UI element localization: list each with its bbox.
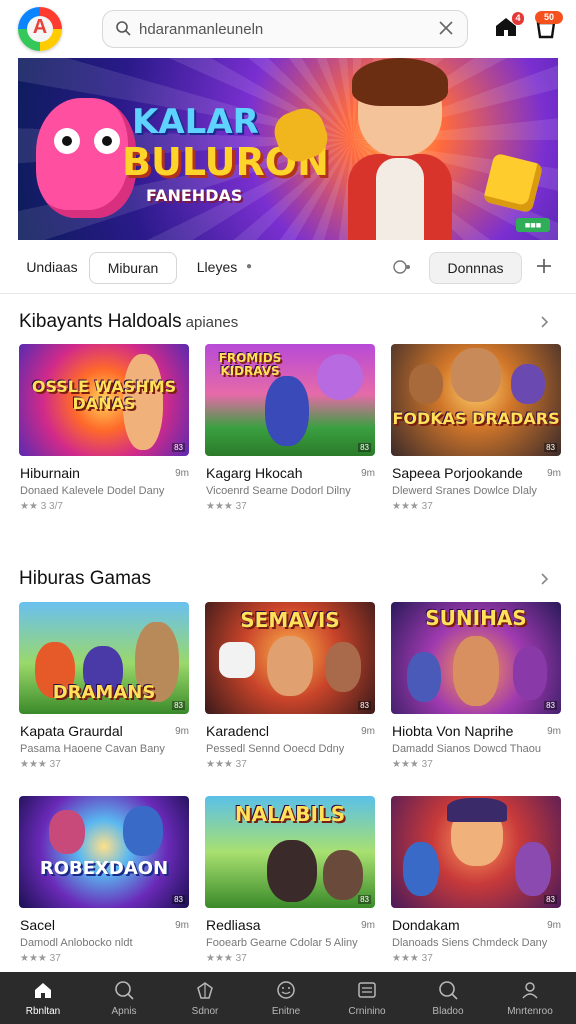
game-rating: ★★★ 37 bbox=[20, 953, 61, 964]
gift-icon bbox=[197, 982, 213, 999]
add-icon[interactable] bbox=[536, 258, 552, 274]
game-description: Damodl Anlobocko nldt bbox=[20, 937, 133, 949]
more-dot-icon: ● bbox=[246, 261, 253, 272]
game-thumbnail: 83 bbox=[391, 796, 561, 908]
game-size: 9m bbox=[361, 920, 375, 931]
nav-item-home[interactable]: Rbnltan bbox=[2, 972, 84, 1024]
game-rating: ★★★ 37 bbox=[206, 759, 247, 770]
game-name: Kagarg Hkocah bbox=[206, 465, 303, 481]
game-description: Vicoenrd Searne Dodorl Dilny bbox=[206, 485, 351, 497]
nav-item-bladoo[interactable]: Bladoo bbox=[407, 972, 489, 1024]
game-description: Pasama Haoene Cavan Bany bbox=[20, 743, 165, 755]
chevron-right-icon[interactable] bbox=[538, 573, 550, 585]
mascot-illustration bbox=[36, 98, 136, 218]
nav-item-account[interactable]: Mnrtenroo bbox=[489, 972, 571, 1024]
game-thumbnail: SEMAVIS 83 bbox=[205, 602, 375, 714]
banner-tag: ■■■ bbox=[516, 218, 550, 232]
search-input[interactable]: hdaranmanleuneln bbox=[139, 21, 263, 38]
banner-title-line1: KALAR bbox=[132, 102, 259, 142]
game-size: 9m bbox=[175, 920, 189, 931]
bottom-nav: Rbnltan Apnis Sdnor Enitne Crninino Blad… bbox=[0, 972, 576, 1024]
game-rating: ★★★ 37 bbox=[392, 501, 433, 512]
game-name: Sacel bbox=[20, 917, 56, 933]
app-logo[interactable]: A bbox=[18, 7, 62, 51]
cart-badge: 4 bbox=[512, 12, 524, 25]
tab-miburan[interactable]: Miburan bbox=[89, 252, 177, 284]
section-subtitle: apianes bbox=[185, 314, 239, 331]
search-bar[interactable]: hdaranmanleuneln bbox=[102, 10, 468, 48]
game-thumbnail: FROMIDS KIDRAVS 83 bbox=[205, 344, 375, 456]
nav-item-apps[interactable]: Apnis bbox=[83, 972, 165, 1024]
banner-title-line3: FANEHDAS bbox=[146, 186, 243, 205]
nav-item-enitne[interactable]: Enitne bbox=[245, 972, 327, 1024]
game-description: Dlewerd Sranes Dowlce Dlaly bbox=[392, 485, 537, 497]
nav-label: Sdnor bbox=[191, 1006, 219, 1017]
game-name: Redliasa bbox=[206, 917, 261, 933]
game-size: 9m bbox=[547, 468, 561, 479]
nav-label: Rbnltan bbox=[25, 1006, 61, 1017]
chevron-right-icon[interactable] bbox=[538, 316, 550, 328]
nav-label: Enitne bbox=[271, 1006, 301, 1017]
game-rating: ★★★ 37 bbox=[392, 759, 433, 770]
gift-box-illustration bbox=[482, 152, 544, 214]
game-rating: ★★★ 37 bbox=[206, 501, 247, 512]
tabs-divider bbox=[0, 293, 576, 294]
game-rating: ★★★ 37 bbox=[20, 759, 61, 770]
game-name: Dondakam bbox=[392, 917, 460, 933]
nav-item-crninino[interactable]: Crninino bbox=[326, 972, 408, 1024]
hero-banner[interactable]: KALAR BULURON FANEHDAS ■■■ bbox=[18, 58, 558, 240]
search-icon bbox=[115, 981, 134, 1000]
user-icon bbox=[522, 982, 538, 999]
smile-icon bbox=[277, 981, 295, 999]
section-title-2: Hiburas Gamas bbox=[19, 568, 151, 590]
game-description: Pessedl Sennd Ooecd Ddny bbox=[206, 743, 345, 755]
game-description: Fooearb Gearne Cdolar 5 Aliny bbox=[206, 937, 358, 949]
game-size: 9m bbox=[361, 726, 375, 737]
game-rating: ★★★ 37 bbox=[206, 953, 247, 964]
game-size: 9m bbox=[547, 726, 561, 737]
game-rating: ★★ 3 3/7 bbox=[20, 501, 63, 512]
game-name: Karadencl bbox=[206, 723, 270, 739]
game-size: 9m bbox=[175, 468, 189, 479]
nav-label: Mnrtenroo bbox=[507, 1006, 553, 1017]
toggle-icon[interactable] bbox=[392, 258, 412, 276]
nav-label: Apnis bbox=[111, 1006, 137, 1017]
list-icon bbox=[358, 982, 376, 998]
search-icon bbox=[116, 21, 131, 36]
game-thumbnail: SUNIHAS 83 bbox=[391, 602, 561, 714]
close-icon[interactable] bbox=[437, 19, 455, 37]
game-name: Kapata Graurdal bbox=[20, 723, 123, 739]
game-thumbnail: DRAMANS 83 bbox=[19, 602, 189, 714]
game-thumbnail: NALABILS 83 bbox=[205, 796, 375, 908]
game-name: Sapeea Porjookande bbox=[392, 465, 523, 481]
nav-label: Crninino bbox=[348, 1006, 386, 1017]
game-rating: ★★★ 37 bbox=[392, 953, 433, 964]
section-title-text: Hiburas Gamas bbox=[19, 568, 151, 589]
search-icon bbox=[439, 981, 458, 1000]
game-size: 9m bbox=[175, 726, 189, 737]
hero-character bbox=[328, 58, 478, 240]
game-size: 9m bbox=[547, 920, 561, 931]
section-title-text: Kibayants Haldoals bbox=[19, 311, 182, 332]
game-description: Damadd Sianos Dowcd Thaou bbox=[392, 743, 541, 755]
tab-lleyes[interactable]: Lleyes bbox=[192, 252, 242, 284]
game-name: Hiburnain bbox=[20, 465, 80, 481]
game-description: Donaed Kalevele Dodel Dany bbox=[20, 485, 165, 497]
section-title-1: Kibayants Haldoals apianes bbox=[19, 311, 238, 333]
logo-letter: A bbox=[32, 16, 48, 38]
tab-donnnas[interactable]: Donnnas bbox=[429, 252, 522, 284]
home-icon bbox=[35, 983, 51, 998]
top-bar: A hdaranmanleuneln 4 50 bbox=[0, 0, 576, 58]
game-size: 9m bbox=[361, 468, 375, 479]
nav-item-sdnor[interactable]: Sdnor bbox=[164, 972, 246, 1024]
notification-badge: 50 bbox=[535, 11, 563, 24]
nav-label: Bladoo bbox=[432, 1006, 464, 1017]
game-thumbnail: ROBEXDAON 83 bbox=[19, 796, 189, 908]
game-thumbnail: OSSLE WASHMS DANAS 83 bbox=[19, 344, 189, 456]
tab-undiaas[interactable]: Undiaas bbox=[22, 252, 82, 284]
game-name: Hiobta Von Naprihe bbox=[392, 723, 514, 739]
game-description: Dlanoads Siens Chmdeck Dany bbox=[392, 937, 548, 949]
game-thumbnail: FODKAS DRADARS 83 bbox=[391, 344, 561, 456]
filter-tabs: Undiaas Miburan Lleyes ● Donnnas bbox=[0, 240, 576, 294]
